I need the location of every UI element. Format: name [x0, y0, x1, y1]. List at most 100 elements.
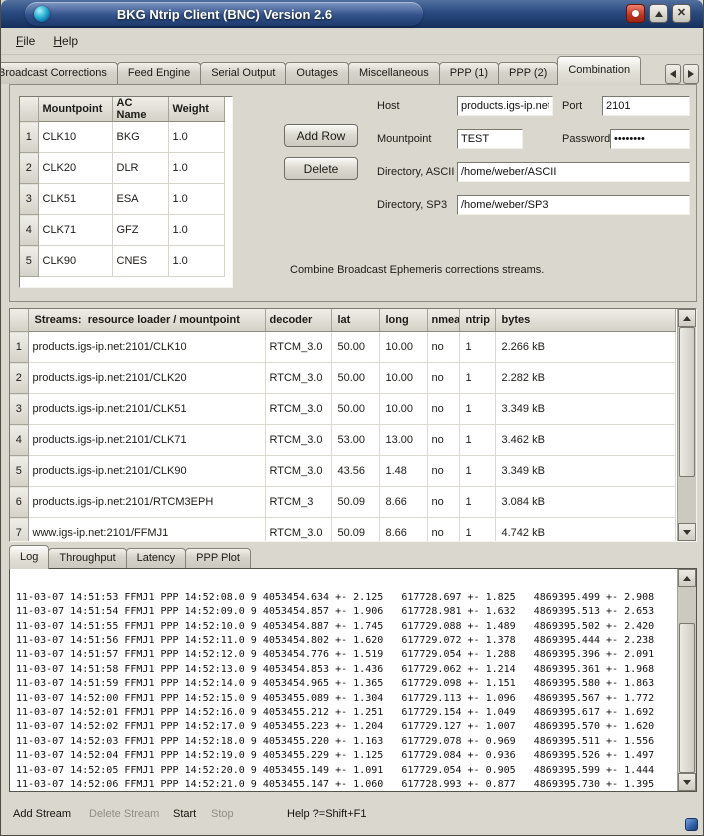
tab-scroll-right-button[interactable]: [683, 64, 699, 84]
cell-bytes: 2.266 kB: [495, 332, 675, 363]
combination-header-weight[interactable]: Weight: [168, 97, 224, 122]
row-number[interactable]: 5: [20, 246, 38, 277]
row-number[interactable]: 1: [20, 122, 38, 153]
directory-sp3-label: Directory, SP3: [377, 195, 447, 215]
combination-header-mountpoint[interactable]: Mountpoint: [38, 97, 112, 122]
row-number[interactable]: 4: [20, 215, 38, 246]
cell-mountpoint: CLK20: [38, 153, 112, 184]
tab-outages[interactable]: Outages: [285, 62, 349, 84]
scroll-down-button[interactable]: [678, 523, 696, 541]
combination-row[interactable]: 2 CLK20 DLR 1.0: [20, 153, 224, 184]
tab-miscellaneous[interactable]: Miscellaneous: [348, 62, 440, 84]
stream-row[interactable]: 2 products.igs-ip.net:2101/CLK20 RTCM_3.…: [10, 363, 675, 394]
tab-feed-engine[interactable]: Feed Engine: [117, 62, 201, 84]
row-number[interactable]: 2: [10, 363, 28, 394]
log-line: 11-03-07 14:52:03 FFMJ1 PPP 14:52:18.0 9…: [16, 735, 676, 749]
tab-throughput[interactable]: Throughput: [48, 548, 126, 568]
cell-weight: 1.0: [168, 184, 224, 215]
host-input[interactable]: [457, 96, 553, 116]
scrollbar-thumb[interactable]: [679, 327, 695, 477]
stream-row[interactable]: 1 products.igs-ip.net:2101/CLK10 RTCM_3.…: [10, 332, 675, 363]
combination-row[interactable]: 1 CLK10 BKG 1.0: [20, 122, 224, 153]
window-buttons: ✕: [626, 4, 691, 23]
scroll-up-button[interactable]: [678, 569, 696, 587]
menu-help[interactable]: Help: [44, 31, 87, 51]
scroll-up-button[interactable]: [678, 309, 696, 327]
help-button[interactable]: Help ?=Shift+F1: [287, 808, 367, 820]
tab-log[interactable]: Log: [9, 545, 49, 569]
row-number[interactable]: 6: [10, 487, 28, 518]
tab-ppp-plot[interactable]: PPP Plot: [185, 548, 251, 568]
start-button[interactable]: Start: [173, 808, 196, 820]
row-number[interactable]: 3: [10, 394, 28, 425]
stream-row[interactable]: 4 products.igs-ip.net:2101/CLK71 RTCM_3.…: [10, 425, 675, 456]
log-line: 11-03-07 14:51:56 FFMJ1 PPP 14:52:11.0 9…: [16, 634, 676, 648]
port-input[interactable]: [602, 96, 690, 116]
tab-scroll-left-button[interactable]: [665, 64, 681, 84]
row-number[interactable]: 2: [20, 153, 38, 184]
delete-button[interactable]: Delete: [284, 157, 358, 180]
close-icon: ✕: [677, 8, 686, 19]
cell-long: 8.66: [379, 518, 427, 543]
cell-lat: 53.00: [331, 425, 379, 456]
directory-sp3-input[interactable]: [457, 195, 690, 215]
password-input[interactable]: [610, 129, 690, 149]
combination-row[interactable]: 3 CLK51 ESA 1.0: [20, 184, 224, 215]
streams-scrollbar[interactable]: [677, 309, 696, 541]
cell-weight: 1.0: [168, 246, 224, 277]
titlebar[interactable]: BKG Ntrip Client (BNC) Version 2.6 ✕: [1, 0, 703, 28]
log-view[interactable]: 11-03-07 14:51:53 FFMJ1 PPP 14:52:08.0 9…: [9, 568, 697, 792]
cell-mountpoint: products.igs-ip.net:2101/CLK90: [28, 456, 265, 487]
tab-latency[interactable]: Latency: [126, 548, 187, 568]
add-stream-button[interactable]: Add Stream: [13, 808, 71, 820]
log-line: 11-03-07 14:51:57 FFMJ1 PPP 14:52:12.0 9…: [16, 648, 676, 662]
stream-row[interactable]: 6 products.igs-ip.net:2101/RTCM3EPH RTCM…: [10, 487, 675, 518]
combination-row[interactable]: 4 CLK71 GFZ 1.0: [20, 215, 224, 246]
directory-ascii-input[interactable]: [457, 162, 690, 182]
stream-row[interactable]: 3 products.igs-ip.net:2101/CLK51 RTCM_3.…: [10, 394, 675, 425]
stream-row[interactable]: 7 www.igs-ip.net:2101/FFMJ1 RTCM_3.0 50.…: [10, 518, 675, 543]
menu-file[interactable]: File: [7, 31, 44, 51]
row-number[interactable]: 1: [10, 332, 28, 363]
add-row-button[interactable]: Add Row: [284, 124, 358, 147]
mountpoint-input[interactable]: [457, 129, 523, 149]
tab-serial-output[interactable]: Serial Output: [200, 62, 286, 84]
cell-ntrip: 1: [459, 425, 495, 456]
cell-nmea: no: [427, 456, 459, 487]
cell-decoder: RTCM_3.0: [265, 456, 331, 487]
tab-combination[interactable]: Combination: [557, 56, 641, 85]
log-text-area: 11-03-07 14:51:53 FFMJ1 PPP 14:52:08.0 9…: [11, 570, 676, 790]
cell-ac-name: BKG: [112, 122, 168, 153]
log-line: 11-03-07 14:51:54 FFMJ1 PPP 14:52:09.0 9…: [16, 605, 676, 619]
row-number[interactable]: 5: [10, 456, 28, 487]
scroll-down-button[interactable]: [678, 773, 696, 791]
combination-header-ac-name[interactable]: AC Name: [112, 97, 168, 122]
cell-nmea: no: [427, 425, 459, 456]
row-number[interactable]: 7: [10, 518, 28, 543]
tab-ppp-2[interactable]: PPP (2): [498, 62, 558, 84]
tab-ppp-1[interactable]: PPP (1): [439, 62, 499, 84]
minimize-button[interactable]: [626, 4, 645, 23]
streams-header-lat[interactable]: lat: [331, 309, 379, 332]
streams-header-bytes[interactable]: bytes: [495, 309, 675, 332]
cell-mountpoint: products.igs-ip.net:2101/RTCM3EPH: [28, 487, 265, 518]
cell-mountpoint: products.igs-ip.net:2101/CLK20: [28, 363, 265, 394]
streams-header-ntrip[interactable]: ntrip: [459, 309, 495, 332]
combination-row[interactable]: 5 CLK90 CNES 1.0: [20, 246, 224, 277]
scrollbar-thumb[interactable]: [679, 623, 695, 773]
streams-header-main[interactable]: Streams: resource loader / mountpoint: [28, 309, 265, 332]
maximize-button[interactable]: [649, 4, 668, 23]
log-scrollbar[interactable]: [677, 569, 696, 791]
resize-grip[interactable]: [685, 818, 698, 831]
row-number[interactable]: 4: [10, 425, 28, 456]
close-button[interactable]: ✕: [672, 4, 691, 23]
app-icon: [34, 6, 50, 22]
title-blob: BKG Ntrip Client (BNC) Version 2.6: [25, 2, 423, 26]
action-bar: Add Stream Delete Stream Start Stop Help…: [1, 792, 703, 835]
streams-header-long[interactable]: long: [379, 309, 427, 332]
row-number[interactable]: 3: [20, 184, 38, 215]
tab-broadcast-corrections[interactable]: Broadcast Corrections: [1, 62, 118, 84]
streams-header-decoder[interactable]: decoder: [265, 309, 331, 332]
streams-header-nmea[interactable]: nmea: [427, 309, 459, 332]
stream-row[interactable]: 5 products.igs-ip.net:2101/CLK90 RTCM_3.…: [10, 456, 675, 487]
